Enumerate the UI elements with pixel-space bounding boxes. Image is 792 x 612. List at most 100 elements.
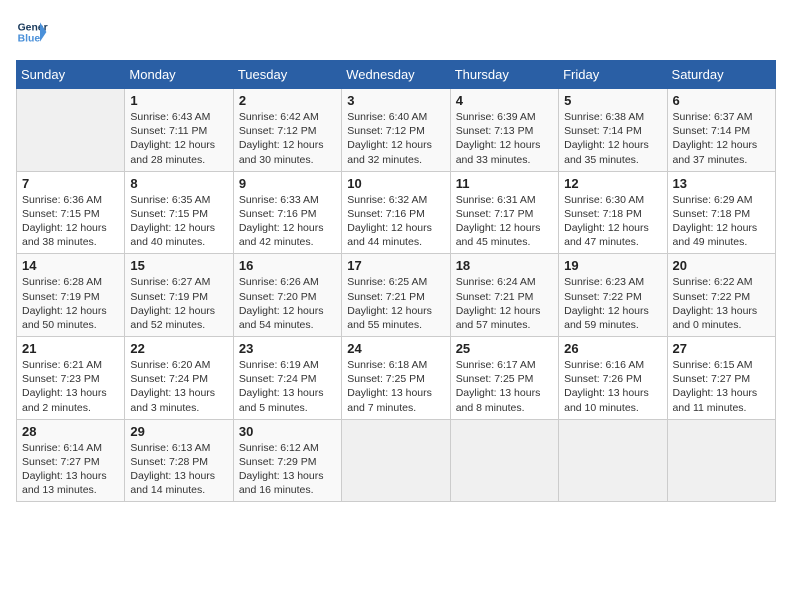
day-cell: 12Sunrise: 6:30 AM Sunset: 7:18 PM Dayli… <box>559 171 667 254</box>
day-number: 12 <box>564 176 661 191</box>
day-cell: 23 Sunrise: 6:19 AM Sunset: 7:24 PM Dayli… <box>233 337 341 420</box>
calendar-header-row: SundayMondayTuesdayWednesdayThursdayFrid… <box>17 61 776 89</box>
day-cell: 5 Sunrise: 6:38 AM Sunset: 7:14 PM Daylig… <box>559 89 667 172</box>
day-info: Sunrise: 6:37 AM Sunset: 7:14 PM Dayligh… <box>673 110 770 167</box>
day-cell: 16 Sunrise: 6:26 AM Sunset: 7:20 PM Dayli… <box>233 254 341 337</box>
day-info: Sunrise: 6:24 AM Sunset: 7:21 PM Dayligh… <box>456 275 553 332</box>
day-number: 19 <box>564 258 661 273</box>
day-info: Sunrise: 6:28 AM Sunset: 7:19 PM Dayligh… <box>22 275 119 332</box>
day-info: Sunrise: 6:40 AM Sunset: 7:12 PM Dayligh… <box>347 110 444 167</box>
day-number: 24 <box>347 341 444 356</box>
day-number: 5 <box>564 93 661 108</box>
week-row-1: 1Sunrise: 6:43 AM Sunset: 7:11 PM Daylig… <box>17 89 776 172</box>
logo: General Blue <box>16 16 48 48</box>
day-number: 28 <box>22 424 119 439</box>
day-cell: 21 Sunrise: 6:21 AM Sunset: 7:23 PM Dayli… <box>17 337 125 420</box>
day-info: Sunrise: 6:19 AM Sunset: 7:24 PM Dayligh… <box>239 358 336 415</box>
day-cell: 1Sunrise: 6:43 AM Sunset: 7:11 PM Daylig… <box>125 89 233 172</box>
day-cell: 25 Sunrise: 6:17 AM Sunset: 7:25 PM Dayli… <box>450 337 558 420</box>
day-cell <box>667 419 775 502</box>
column-header-sunday: Sunday <box>17 61 125 89</box>
day-number: 7 <box>22 176 119 191</box>
day-cell: 11 Sunrise: 6:31 AM Sunset: 7:17 PM Dayli… <box>450 171 558 254</box>
day-info: Sunrise: 6:14 AM Sunset: 7:27 PM Dayligh… <box>22 441 119 498</box>
day-number: 17 <box>347 258 444 273</box>
day-info: Sunrise: 6:26 AM Sunset: 7:20 PM Dayligh… <box>239 275 336 332</box>
day-info: Sunrise: 6:27 AM Sunset: 7:19 PM Dayligh… <box>130 275 227 332</box>
day-info: Sunrise: 6:20 AM Sunset: 7:24 PM Dayligh… <box>130 358 227 415</box>
day-number: 20 <box>673 258 770 273</box>
day-number: 9 <box>239 176 336 191</box>
day-cell: 26 Sunrise: 6:16 AM Sunset: 7:26 PM Dayli… <box>559 337 667 420</box>
column-header-tuesday: Tuesday <box>233 61 341 89</box>
day-info: Sunrise: 6:23 AM Sunset: 7:22 PM Dayligh… <box>564 275 661 332</box>
logo-icon: General Blue <box>16 16 48 48</box>
day-cell: 10 Sunrise: 6:32 AM Sunset: 7:16 PM Dayli… <box>342 171 450 254</box>
day-number: 1 <box>130 93 227 108</box>
day-number: 27 <box>673 341 770 356</box>
day-info: Sunrise: 6:38 AM Sunset: 7:14 PM Dayligh… <box>564 110 661 167</box>
day-cell: 8 Sunrise: 6:35 AM Sunset: 7:15 PM Daylig… <box>125 171 233 254</box>
week-row-3: 14 Sunrise: 6:28 AM Sunset: 7:19 PM Dayli… <box>17 254 776 337</box>
day-info: Sunrise: 6:17 AM Sunset: 7:25 PM Dayligh… <box>456 358 553 415</box>
day-cell: 15 Sunrise: 6:27 AM Sunset: 7:19 PM Dayli… <box>125 254 233 337</box>
day-info: Sunrise: 6:36 AM Sunset: 7:15 PM Dayligh… <box>22 193 119 250</box>
column-header-wednesday: Wednesday <box>342 61 450 89</box>
day-info: Sunrise: 6:32 AM Sunset: 7:16 PM Dayligh… <box>347 193 444 250</box>
day-info: Sunrise: 6:35 AM Sunset: 7:15 PM Dayligh… <box>130 193 227 250</box>
day-info: Sunrise: 6:13 AM Sunset: 7:28 PM Dayligh… <box>130 441 227 498</box>
day-cell: 7 Sunrise: 6:36 AM Sunset: 7:15 PM Daylig… <box>17 171 125 254</box>
day-number: 29 <box>130 424 227 439</box>
day-number: 23 <box>239 341 336 356</box>
column-header-thursday: Thursday <box>450 61 558 89</box>
day-cell: 27Sunrise: 6:15 AM Sunset: 7:27 PM Dayli… <box>667 337 775 420</box>
day-cell <box>342 419 450 502</box>
day-cell: 17 Sunrise: 6:25 AM Sunset: 7:21 PM Dayli… <box>342 254 450 337</box>
day-info: Sunrise: 6:22 AM Sunset: 7:22 PM Dayligh… <box>673 275 770 332</box>
day-cell: 30Sunrise: 6:12 AM Sunset: 7:29 PM Dayli… <box>233 419 341 502</box>
day-number: 2 <box>239 93 336 108</box>
day-number: 8 <box>130 176 227 191</box>
day-info: Sunrise: 6:12 AM Sunset: 7:29 PM Dayligh… <box>239 441 336 498</box>
day-cell: 14 Sunrise: 6:28 AM Sunset: 7:19 PM Dayli… <box>17 254 125 337</box>
day-number: 6 <box>673 93 770 108</box>
day-number: 14 <box>22 258 119 273</box>
day-number: 3 <box>347 93 444 108</box>
week-row-4: 21 Sunrise: 6:21 AM Sunset: 7:23 PM Dayli… <box>17 337 776 420</box>
day-number: 13 <box>673 176 770 191</box>
svg-text:Blue: Blue <box>18 34 41 45</box>
day-cell: 20 Sunrise: 6:22 AM Sunset: 7:22 PM Dayli… <box>667 254 775 337</box>
day-number: 26 <box>564 341 661 356</box>
day-cell: 18 Sunrise: 6:24 AM Sunset: 7:21 PM Dayli… <box>450 254 558 337</box>
day-cell: 4Sunrise: 6:39 AM Sunset: 7:13 PM Daylig… <box>450 89 558 172</box>
day-info: Sunrise: 6:25 AM Sunset: 7:21 PM Dayligh… <box>347 275 444 332</box>
day-info: Sunrise: 6:31 AM Sunset: 7:17 PM Dayligh… <box>456 193 553 250</box>
day-number: 4 <box>456 93 553 108</box>
day-number: 22 <box>130 341 227 356</box>
day-number: 18 <box>456 258 553 273</box>
day-cell: 13 Sunrise: 6:29 AM Sunset: 7:18 PM Dayli… <box>667 171 775 254</box>
day-cell <box>450 419 558 502</box>
day-info: Sunrise: 6:16 AM Sunset: 7:26 PM Dayligh… <box>564 358 661 415</box>
day-number: 15 <box>130 258 227 273</box>
day-info: Sunrise: 6:21 AM Sunset: 7:23 PM Dayligh… <box>22 358 119 415</box>
day-cell: 22 Sunrise: 6:20 AM Sunset: 7:24 PM Dayli… <box>125 337 233 420</box>
day-info: Sunrise: 6:33 AM Sunset: 7:16 PM Dayligh… <box>239 193 336 250</box>
calendar-table: SundayMondayTuesdayWednesdayThursdayFrid… <box>16 60 776 502</box>
day-number: 11 <box>456 176 553 191</box>
day-info: Sunrise: 6:42 AM Sunset: 7:12 PM Dayligh… <box>239 110 336 167</box>
column-header-monday: Monday <box>125 61 233 89</box>
day-cell: 9 Sunrise: 6:33 AM Sunset: 7:16 PM Daylig… <box>233 171 341 254</box>
day-cell: 24 Sunrise: 6:18 AM Sunset: 7:25 PM Dayli… <box>342 337 450 420</box>
day-number: 25 <box>456 341 553 356</box>
day-cell: 28 Sunrise: 6:14 AM Sunset: 7:27 PM Dayli… <box>17 419 125 502</box>
day-number: 21 <box>22 341 119 356</box>
day-info: Sunrise: 6:18 AM Sunset: 7:25 PM Dayligh… <box>347 358 444 415</box>
day-cell: 19 Sunrise: 6:23 AM Sunset: 7:22 PM Dayli… <box>559 254 667 337</box>
day-info: Sunrise: 6:29 AM Sunset: 7:18 PM Dayligh… <box>673 193 770 250</box>
day-number: 16 <box>239 258 336 273</box>
week-row-5: 28 Sunrise: 6:14 AM Sunset: 7:27 PM Dayli… <box>17 419 776 502</box>
week-row-2: 7 Sunrise: 6:36 AM Sunset: 7:15 PM Daylig… <box>17 171 776 254</box>
day-number: 10 <box>347 176 444 191</box>
column-header-friday: Friday <box>559 61 667 89</box>
